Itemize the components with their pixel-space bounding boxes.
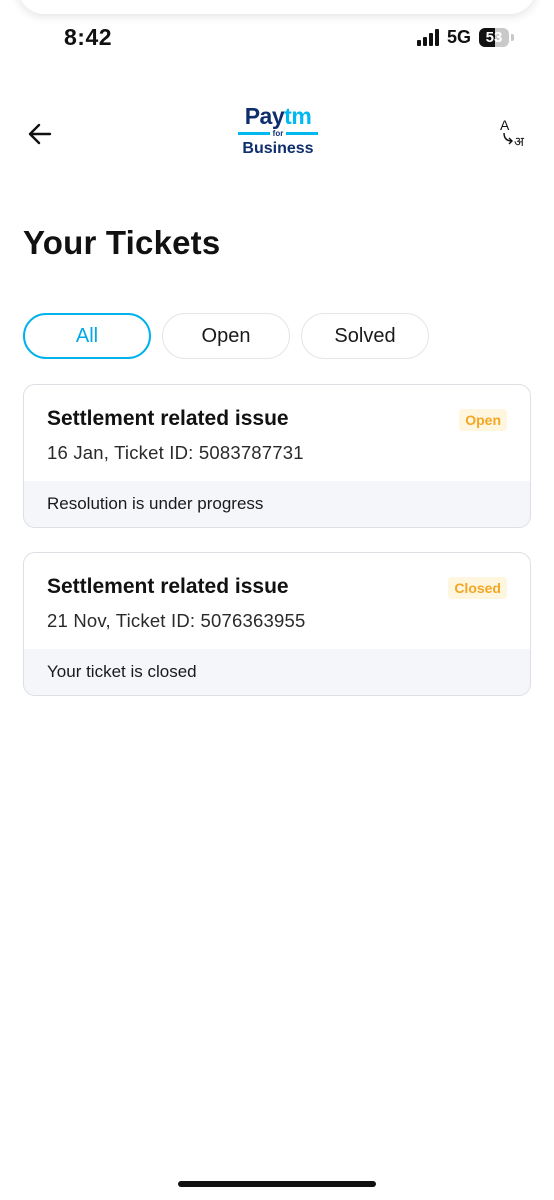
paytm-for-business-logo: Paytm for Business xyxy=(238,104,319,162)
logo-pay: Pay xyxy=(244,103,285,129)
status-time: 8:42 xyxy=(64,24,113,50)
home-indicator[interactable] xyxy=(178,1181,376,1187)
filter-chip-all[interactable]: All xyxy=(23,313,151,359)
ticket-card[interactable]: Settlement related issue Open 16 Jan, Ti… xyxy=(23,384,531,528)
filter-chip-solved[interactable]: Solved xyxy=(301,313,429,359)
ticket-title: Settlement related issue xyxy=(47,407,289,430)
language-button[interactable]: A अ xyxy=(496,116,534,150)
ticket-card[interactable]: Settlement related issue Closed 21 Nov, … xyxy=(23,552,531,696)
logo-for-text: for xyxy=(272,128,284,138)
ticket-status-message: Resolution is under progress xyxy=(24,481,530,527)
ticket-filter-tabs: All Open Solved xyxy=(23,313,429,359)
logo-divider-left xyxy=(238,132,270,135)
ticket-status-message: Your ticket is closed xyxy=(24,649,530,695)
network-type: 5G xyxy=(446,26,471,47)
translate-icon: A अ xyxy=(500,117,525,150)
notification-overlay xyxy=(18,0,536,14)
translate-latin-glyph: A xyxy=(500,117,510,133)
filter-chip-open[interactable]: Open xyxy=(162,313,290,359)
translate-hindi-glyph: अ xyxy=(514,135,525,150)
logo-tm: tm xyxy=(284,103,312,129)
battery-nub xyxy=(511,33,514,41)
logo-paytm-text: Paytm xyxy=(238,104,318,128)
back-button[interactable] xyxy=(24,118,56,150)
page-title: Your Tickets xyxy=(23,224,221,261)
ticket-date-and-id: 16 Jan, Ticket ID: 5083787731 xyxy=(47,442,304,463)
ticket-status-badge: Closed xyxy=(448,577,507,599)
status-indicators: 5G 53 xyxy=(416,26,514,48)
ticket-status-badge: Open xyxy=(459,409,507,431)
cellular-signal-icon xyxy=(416,28,439,46)
ticket-date-and-id: 21 Nov, Ticket ID: 5076363955 xyxy=(47,610,306,631)
battery-percentage: 53 xyxy=(485,28,503,46)
battery-icon: 53 xyxy=(479,27,509,47)
ticket-title: Settlement related issue xyxy=(47,575,289,598)
logo-divider-right xyxy=(286,132,319,135)
logo-business-text: Business xyxy=(242,140,314,157)
logo-for-row: for xyxy=(238,128,319,139)
arrow-left-icon xyxy=(28,123,52,145)
